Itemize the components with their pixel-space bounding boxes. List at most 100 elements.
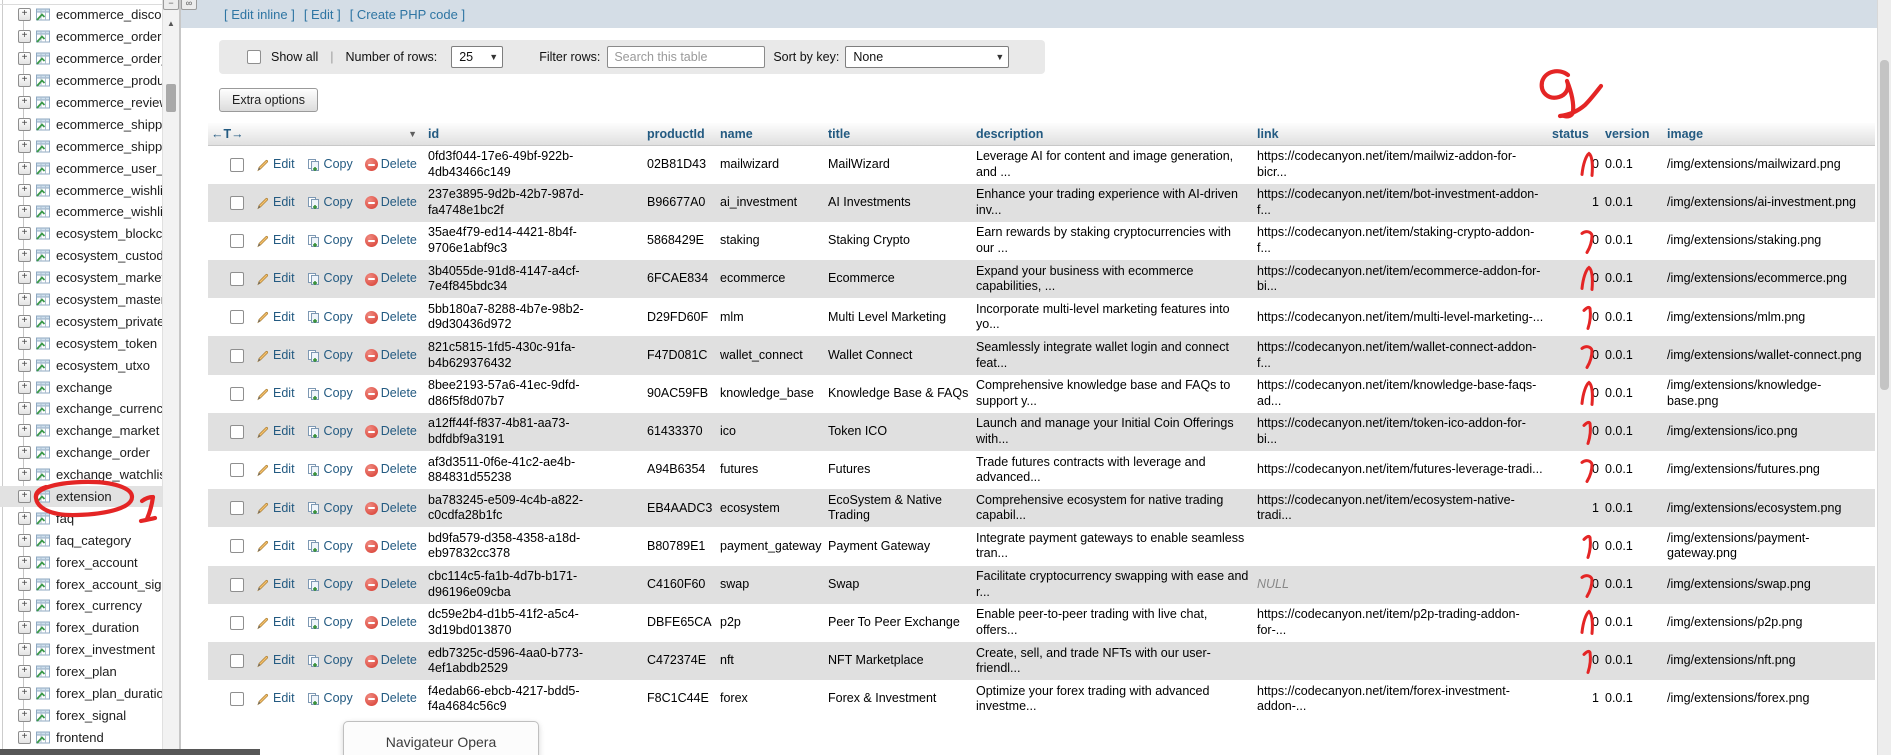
sidebar-item-forex-investment[interactable]: +forex_investment — [0, 639, 162, 661]
row-checkbox[interactable] — [230, 387, 244, 401]
edit-button[interactable]: Edit — [256, 157, 295, 173]
sidebar-item-ecosystem-master-walle[interactable]: +ecosystem_master_walle — [0, 289, 162, 311]
delete-button[interactable]: Delete — [365, 615, 417, 631]
copy-button[interactable]: Copy — [307, 424, 353, 440]
sort-by-key-select[interactable]: None ▼ — [845, 46, 1009, 68]
column-header-description[interactable]: description — [973, 123, 1254, 146]
copy-button[interactable]: Copy — [307, 462, 353, 478]
expand-icon[interactable]: + — [18, 315, 31, 328]
expand-icon[interactable]: + — [18, 446, 31, 459]
copy-button[interactable]: Copy — [307, 501, 353, 517]
copy-button[interactable]: Copy — [307, 539, 353, 555]
expand-icon[interactable]: + — [18, 424, 31, 437]
sort-indicator-icon[interactable]: ▼ — [408, 129, 417, 139]
delete-button[interactable]: Delete — [365, 348, 417, 364]
sidebar-item-ecommerce-discount[interactable]: +ecommerce_discount — [0, 4, 162, 26]
expand-icon[interactable]: + — [18, 599, 31, 612]
expand-icon[interactable]: + — [18, 140, 31, 153]
sidebar-item-exchange-market[interactable]: +exchange_market — [0, 420, 162, 442]
row-checkbox[interactable] — [230, 349, 244, 363]
sidebar-item-faq-category[interactable]: +faq_category — [0, 529, 162, 551]
delete-button[interactable]: Delete — [365, 386, 417, 402]
sidebar-item-ecommerce-user-discou[interactable]: +ecommerce_user_discou — [0, 157, 162, 179]
copy-button[interactable]: Copy — [307, 386, 353, 402]
row-checkbox[interactable] — [230, 654, 244, 668]
edit-button[interactable]: Edit — [256, 615, 295, 631]
column-header-version[interactable]: version — [1602, 123, 1664, 146]
delete-button[interactable]: Delete — [365, 691, 417, 707]
edit-button[interactable]: Edit — [256, 233, 295, 249]
show-all-label[interactable]: Show all — [271, 50, 318, 64]
sidebar-item-forex-account[interactable]: +forex_account — [0, 551, 162, 573]
edit-button[interactable]: Edit — [256, 386, 295, 402]
delete-button[interactable]: Delete — [365, 157, 417, 173]
sidebar-item-forex-plan[interactable]: +forex_plan — [0, 661, 162, 683]
edit-link[interactable]: [ Edit ] — [304, 7, 341, 22]
page-scrollbar-thumb[interactable] — [1880, 60, 1889, 390]
sidebar-item-faq[interactable]: +faq — [0, 507, 162, 529]
delete-button[interactable]: Delete — [365, 424, 417, 440]
number-of-rows-select[interactable]: 25 ▼ — [451, 46, 503, 68]
sidebar-item-ecommerce-product[interactable]: +ecommerce_product — [0, 70, 162, 92]
expand-icon[interactable]: + — [18, 337, 31, 350]
column-header-status[interactable]: status — [1549, 123, 1602, 146]
row-checkbox[interactable] — [230, 158, 244, 172]
sidebar-item-exchange-watchlist[interactable]: +exchange_watchlist — [0, 464, 162, 486]
show-all-checkbox[interactable] — [247, 50, 261, 64]
expand-icon[interactable]: + — [18, 8, 31, 21]
sidebar-item-forex-currency[interactable]: +forex_currency — [0, 595, 162, 617]
expand-icon[interactable]: + — [18, 30, 31, 43]
copy-button[interactable]: Copy — [307, 348, 353, 364]
expand-icon[interactable]: + — [18, 118, 31, 131]
expand-icon[interactable]: + — [18, 162, 31, 175]
row-checkbox[interactable] — [230, 463, 244, 477]
delete-button[interactable]: Delete — [365, 310, 417, 326]
expand-icon[interactable]: + — [18, 621, 31, 634]
row-checkbox[interactable] — [230, 616, 244, 630]
edit-button[interactable]: Edit — [256, 577, 295, 593]
sidebar-item-extension[interactable]: +extension — [0, 486, 162, 508]
row-checkbox[interactable] — [230, 425, 244, 439]
copy-button[interactable]: Copy — [307, 157, 353, 173]
unlink-panel-icon[interactable]: ∞ — [181, 0, 197, 10]
expand-icon[interactable]: + — [18, 402, 31, 415]
column-header-productid[interactable]: productId — [644, 123, 717, 146]
delete-button[interactable]: Delete — [365, 271, 417, 287]
expand-icon[interactable]: + — [18, 184, 31, 197]
sidebar-item-ecosystem-private-ledge[interactable]: +ecosystem_private_ledge — [0, 310, 162, 332]
row-checkbox[interactable] — [230, 578, 244, 592]
edit-button[interactable]: Edit — [256, 501, 295, 517]
delete-button[interactable]: Delete — [365, 233, 417, 249]
row-checkbox[interactable] — [230, 539, 244, 553]
expand-icon[interactable]: + — [18, 96, 31, 109]
sidebar-item-frontend[interactable]: +frontend — [0, 726, 162, 748]
expand-icon[interactable]: + — [18, 578, 31, 591]
sidebar-item-ecommerce-wishlist-item[interactable]: +ecommerce_wishlist_item — [0, 201, 162, 223]
create-php-code-link[interactable]: [ Create PHP code ] — [350, 7, 465, 22]
expand-icon[interactable]: + — [18, 227, 31, 240]
row-checkbox[interactable] — [230, 310, 244, 324]
expand-icon[interactable]: + — [18, 687, 31, 700]
column-header-link[interactable]: link — [1254, 123, 1549, 146]
delete-button[interactable]: Delete — [365, 653, 417, 669]
sidebar-item-ecosystem-market[interactable]: +ecosystem_market — [0, 267, 162, 289]
expand-icon[interactable]: + — [18, 534, 31, 547]
column-header-title[interactable]: title — [825, 123, 973, 146]
row-checkbox[interactable] — [230, 501, 244, 515]
copy-button[interactable]: Copy — [307, 271, 353, 287]
copy-button[interactable]: Copy — [307, 577, 353, 593]
copy-button[interactable]: Copy — [307, 310, 353, 326]
row-checkbox[interactable] — [230, 272, 244, 286]
column-header-id[interactable]: id — [425, 123, 644, 146]
edit-inline-link[interactable]: [ Edit inline ] — [224, 7, 295, 22]
expand-icon[interactable]: + — [18, 468, 31, 481]
edit-button[interactable]: Edit — [256, 539, 295, 555]
expand-icon[interactable]: + — [18, 359, 31, 372]
edit-button[interactable]: Edit — [256, 691, 295, 707]
row-checkbox[interactable] — [230, 234, 244, 248]
expand-icon[interactable]: + — [18, 74, 31, 87]
copy-button[interactable]: Copy — [307, 615, 353, 631]
copy-button[interactable]: Copy — [307, 653, 353, 669]
sidebar-item-ecosystem-blockchain[interactable]: +ecosystem_blockchain — [0, 223, 162, 245]
with-selected-toggle[interactable]: ←T→ — [211, 127, 244, 141]
